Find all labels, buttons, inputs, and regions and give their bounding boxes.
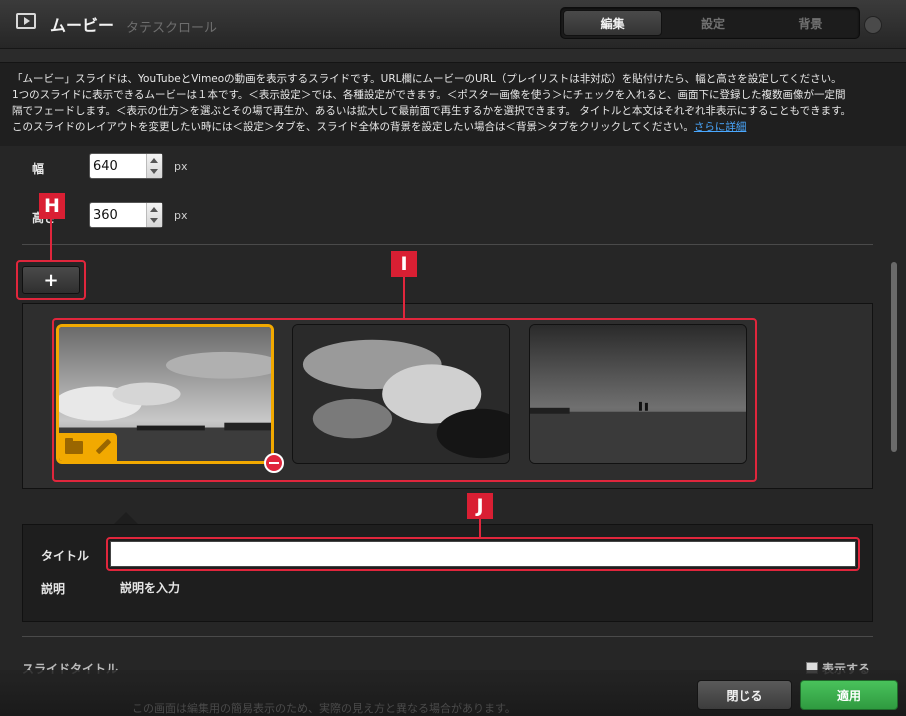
add-image-button[interactable]: +	[22, 266, 80, 294]
width-stepper[interactable]	[146, 154, 162, 178]
stepper-up-icon[interactable]	[150, 158, 158, 163]
description-label: 説明	[41, 582, 66, 596]
thumb-tools	[59, 433, 117, 461]
title-input[interactable]	[110, 541, 856, 567]
bottom-divider	[22, 636, 873, 637]
scrollbar-thumb[interactable]	[891, 262, 897, 452]
close-button[interactable]: 閉じる	[697, 680, 792, 710]
height-stepper[interactable]	[146, 203, 162, 227]
movie-icon	[16, 13, 36, 29]
stepper-down-icon[interactable]	[150, 169, 158, 174]
callout-i-tag: I	[391, 251, 417, 277]
poster-thumb-2[interactable]	[292, 324, 510, 464]
background-preview-text: タテスクロール	[126, 21, 218, 36]
callout-h-tag: H	[39, 193, 65, 219]
help-icon[interactable]	[864, 16, 882, 34]
apply-button[interactable]: 適用	[800, 680, 898, 710]
window-header: ムービー タテスクロール 編集 設定 背景	[0, 0, 906, 49]
pencil-icon[interactable]	[95, 439, 111, 455]
couple-beach-photo-image	[530, 325, 746, 463]
footer-note: この画面は編集用の簡易表示のため、実際の見え方と異なる場合があります。	[132, 702, 516, 715]
tab-edit[interactable]: 編集	[563, 10, 663, 36]
width-field[interactable]	[89, 153, 163, 179]
stepper-up-icon[interactable]	[150, 207, 158, 212]
height-field[interactable]	[89, 202, 163, 228]
description-input[interactable]	[114, 578, 856, 598]
section-divider	[22, 244, 873, 245]
callout-h-line	[50, 219, 52, 262]
clouds-photo-image	[293, 325, 509, 463]
tab-settings[interactable]: 設定	[664, 8, 761, 38]
poster-thumb-3[interactable]	[529, 324, 747, 464]
remove-image-button[interactable]	[264, 453, 284, 473]
callout-i-line	[403, 277, 405, 319]
callout-j-line	[479, 519, 481, 538]
description-text: 「ムービー」スライドは、YouTubeとVimeoの動画を表示するスライドです。…	[12, 71, 898, 135]
stepper-down-icon[interactable]	[150, 218, 158, 223]
window-title: ムービー	[50, 16, 115, 35]
width-input[interactable]	[90, 154, 151, 178]
more-details-link[interactable]: さらに詳細	[694, 121, 747, 133]
height-input[interactable]	[90, 203, 151, 227]
folder-icon[interactable]	[65, 437, 83, 454]
width-label: 幅	[32, 162, 45, 176]
poster-thumb-1[interactable]	[56, 324, 274, 464]
description-panel: 「ムービー」スライドは、YouTubeとVimeoの動画を表示するスライドです。…	[0, 62, 906, 148]
callout-j-tag: J	[467, 493, 493, 519]
tab-bar: 編集 設定 背景	[560, 7, 860, 39]
height-unit: px	[174, 209, 188, 222]
width-unit: px	[174, 160, 188, 173]
tab-background[interactable]: 背景	[762, 8, 859, 38]
title-label: タイトル	[41, 549, 90, 563]
detail-pointer	[114, 512, 138, 524]
